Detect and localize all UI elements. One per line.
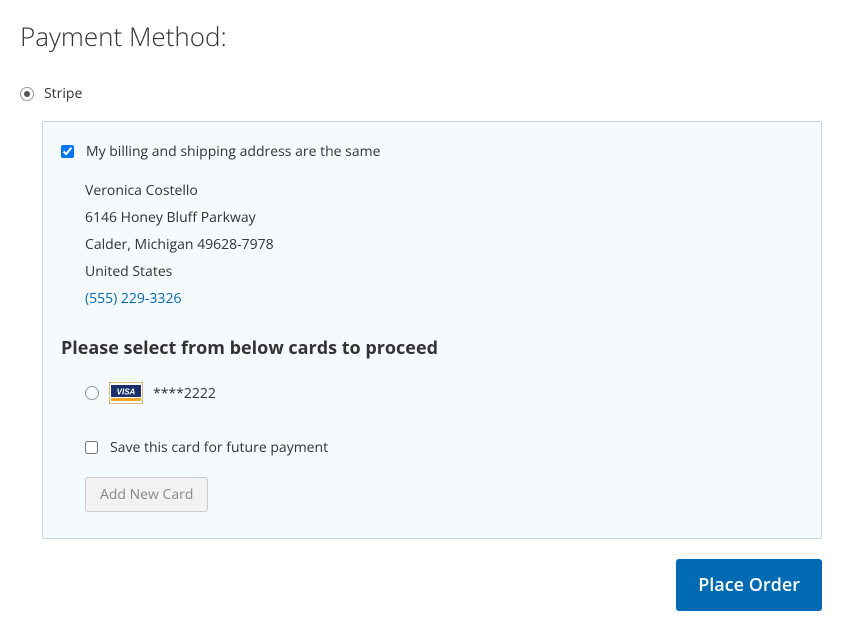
actions-row: Place Order	[20, 559, 822, 611]
address-country: United States	[85, 258, 803, 285]
svg-text:VISA: VISA	[117, 388, 136, 397]
saved-card-radio[interactable]	[85, 386, 99, 400]
card-select-heading: Please select from below cards to procee…	[61, 336, 803, 360]
add-new-card-button[interactable]: Add New Card	[85, 477, 208, 512]
saved-card-last4: ****2222	[153, 384, 216, 403]
billing-same-checkbox[interactable]	[61, 145, 74, 158]
visa-icon: VISA	[109, 382, 143, 404]
billing-address: Veronica Costello 6146 Honey Bluff Parkw…	[85, 177, 803, 312]
address-phone[interactable]: (555) 229-3326	[85, 285, 803, 312]
saved-card-row: VISA ****2222	[85, 382, 803, 404]
save-card-checkbox[interactable]	[85, 441, 98, 454]
address-street: 6146 Honey Bluff Parkway	[85, 204, 803, 231]
place-order-button[interactable]: Place Order	[676, 559, 822, 611]
save-card-label: Save this card for future payment	[110, 438, 328, 457]
payment-method-row: Stripe	[20, 84, 822, 103]
address-city-state-zip: Calder, Michigan 49628-7978	[85, 231, 803, 258]
payment-panel: My billing and shipping address are the …	[42, 121, 822, 539]
billing-same-row: My billing and shipping address are the …	[61, 142, 803, 161]
payment-method-radio-stripe[interactable]	[20, 87, 34, 101]
address-name: Veronica Costello	[85, 177, 803, 204]
payment-method-label: Stripe	[44, 84, 82, 103]
save-card-row: Save this card for future payment	[85, 438, 803, 457]
page-title: Payment Method:	[20, 18, 822, 54]
billing-same-label: My billing and shipping address are the …	[86, 142, 380, 161]
